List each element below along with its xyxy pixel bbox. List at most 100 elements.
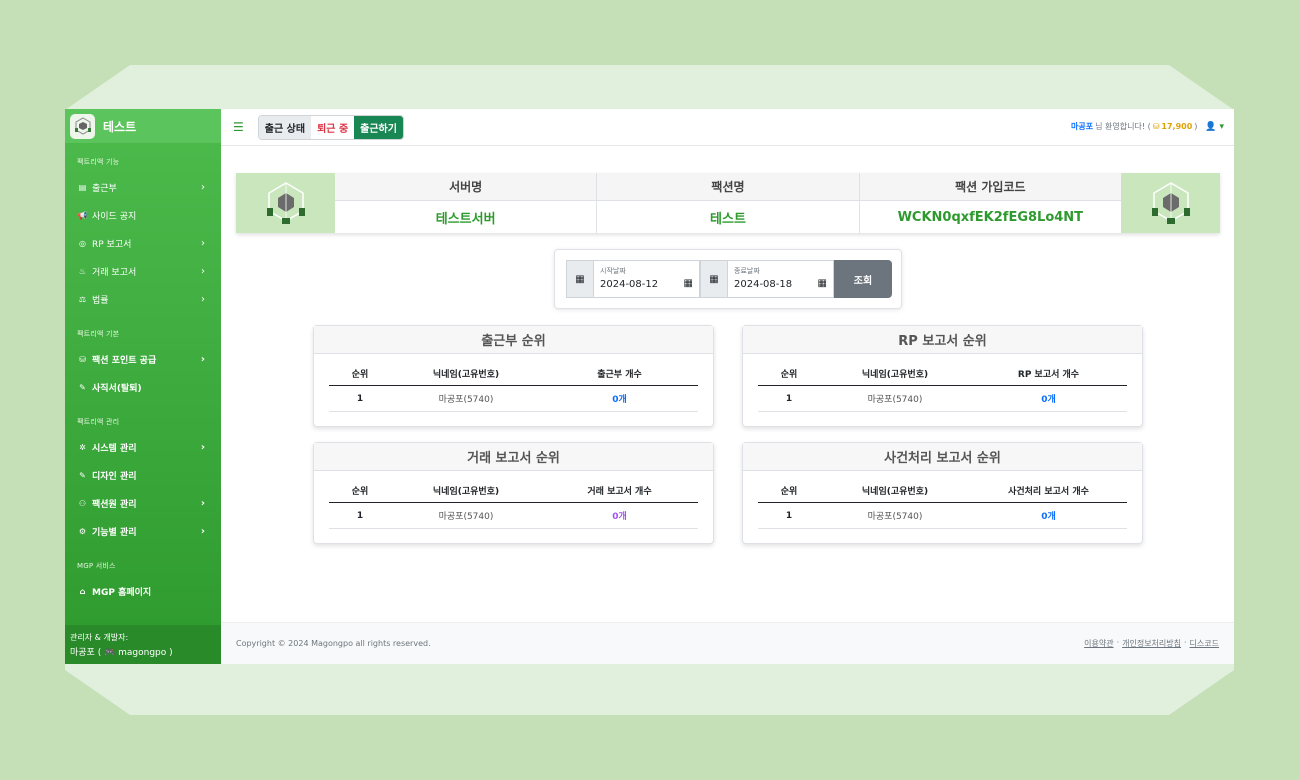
home-icon: ⌂ xyxy=(79,586,86,596)
sidebar-item[interactable]: ⚙ 기능별 관리 › xyxy=(65,517,221,545)
nickname-cell: 마공포(5740) xyxy=(438,395,494,405)
info-column: 서버명 테스트서버 xyxy=(335,173,597,233)
sidebar-item[interactable]: ✎ 디자인 관리 xyxy=(65,461,221,489)
sidebar-item[interactable]: ✎ 사직서(탈퇴) xyxy=(65,373,221,401)
sidebar-item-label: 사이드 공지 xyxy=(92,211,137,222)
check-in-button[interactable]: 출근하기 xyxy=(354,115,403,139)
footer-link[interactable]: 디스코드 xyxy=(1190,638,1219,649)
sidebar-item[interactable]: ✲ 시스템 관리 › xyxy=(65,433,221,461)
footer-links: 이용약관 · 개인정보처리방침 · 디스코드 xyxy=(1084,638,1219,649)
footer-link[interactable]: 개인정보처리방침 xyxy=(1122,638,1181,649)
sidebar-item-label: 거래 보고서 xyxy=(92,267,137,278)
table-row: 1 마공포(5740) 0개 xyxy=(758,386,1127,412)
topbar: ☰ 출근 상태 퇴근 중 출근하기 마공포 님 환영합니다! ( ⛁ 17,90… xyxy=(221,109,1234,146)
search-button[interactable]: 조회 xyxy=(834,260,892,298)
column-header: 출근부 개수 xyxy=(597,370,642,380)
date-picker-icon[interactable]: ▦ xyxy=(818,278,827,289)
sidebar-item[interactable]: ♨ 거래 보고서 › xyxy=(65,257,221,285)
rank-cell: 1 xyxy=(785,510,793,521)
footer: Copyright © 2024 Magongpo all rights res… xyxy=(221,622,1234,664)
count-cell: 0개 xyxy=(612,512,627,522)
start-date-label: 시작날짜 xyxy=(600,267,626,275)
users-icon: ⚇ xyxy=(78,498,87,508)
money-bag-icon: ♨ xyxy=(78,266,87,276)
end-date-input[interactable]: 종료날짜 2024-08-18 ▦ xyxy=(728,260,834,298)
chevron-right-icon: › xyxy=(200,497,205,509)
ranking-card: 사건처리 보고서 순위 순위 닉네임(고유번호) 사건처리 보고서 개수 1 마공포(57… xyxy=(742,442,1143,544)
hamburger-menu-icon[interactable]: ☰ xyxy=(233,120,244,134)
ranking-table: 순위 닉네임(고유번호) RP 보고서 개수 1 마공포(5740) 0개 xyxy=(758,362,1127,412)
rank-cell: 1 xyxy=(356,393,364,404)
sidebar-item[interactable]: ◎ RP 보고서 › xyxy=(65,229,221,257)
date-filter-card: ▦ 시작날짜 2024-08-12 ▦ ▦ 종료날짜 2024-08-18 ▦ … xyxy=(554,249,902,309)
ranking-card: 출근부 순위순위 닉네임(고유번호) 출근부 개수 1 마공포(5740) 0개 xyxy=(313,325,714,427)
faction-info-bar: 서버명 테스트서버 팩션명테스트 팩션 가입코드 WCKN0qxfEK2fEG8Lo4N… xyxy=(236,173,1220,233)
table-header-row: 순위 닉네임(고유번호) 거래 보고서 개수 xyxy=(329,479,698,503)
app-window: 테스트 팩트리액 기능 ▤ 출근부 › 📢 사이드 공지 ◎ RP 보고서 › ♨ 거래 보고서 › ⚖… xyxy=(65,109,1234,664)
copyright-text: Copyright © 2024 Magongpo all rights res… xyxy=(236,639,431,648)
start-date-input[interactable]: 시작날짜 2024-08-12 ▦ xyxy=(594,260,700,298)
count-cell: 0개 xyxy=(612,395,627,405)
info-column: 팩션 가입코드 WCKN0qxfEK2fEG8Lo4NT xyxy=(858,173,1121,233)
date-picker-icon[interactable]: ▦ xyxy=(684,278,693,289)
ranking-card: RP 보고서 순위 순위 닉네임(고유번호) RP 보고서 개수 1 마공포(5740) 0… xyxy=(742,325,1143,427)
ranking-card-title: 출근부 순위 xyxy=(314,326,713,354)
count-cell: 0개 xyxy=(1041,395,1056,405)
nickname-cell: 마공포(5740) xyxy=(438,512,494,522)
cube-logo-right-icon xyxy=(1121,173,1220,233)
sidebar-item[interactable]: ⛁ 팩션 포인트 공급 › xyxy=(65,345,221,373)
user-name[interactable]: 마공포 xyxy=(1071,121,1093,132)
chevron-right-icon: › xyxy=(201,265,205,277)
end-date-value: 2024-08-18 xyxy=(734,279,793,290)
ranking-card-title: 거래 보고서 순위 xyxy=(314,443,713,471)
sidebar-item[interactable]: ⚖ 법률 › xyxy=(65,285,221,313)
sidebar-item-label: 사직서(탈퇴) xyxy=(92,383,142,394)
status-label: 출근 상태 xyxy=(258,115,312,139)
brush-icon: ✎ xyxy=(79,470,86,480)
feather-icon: ✎ xyxy=(79,382,86,392)
sidebar-item-label: 출근부 xyxy=(92,183,117,194)
sidebar-item-label: MGP 홈페이지 xyxy=(92,587,152,598)
sidebar-item[interactable]: ▤ 출근부 › xyxy=(65,173,221,201)
book-icon: ▤ xyxy=(78,182,87,192)
sidebar-section-label: 팩트리액 기능 xyxy=(77,158,120,166)
brand[interactable]: 테스트 xyxy=(65,109,221,143)
info-header: 팩션 가입코드 xyxy=(859,173,1121,201)
sidebar-nav: 팩트리액 기능 ▤ 출근부 › 📢 사이드 공지 ◎ RP 보고서 › ♨ 거래 보고서 › ⚖ 법률 › 팩… xyxy=(65,143,221,605)
footer-link[interactable]: 이용약관 xyxy=(1084,638,1113,649)
column-header: 닉네임(고유번호) xyxy=(861,370,929,380)
table-row: 1 마공포(5740) 0개 xyxy=(758,503,1127,529)
info-header: 팩션명 xyxy=(597,173,859,201)
coin-icon: ⛁ xyxy=(1152,122,1160,131)
sidebar-section-label: MGP 서비스 xyxy=(77,562,116,570)
scale-icon: ⚖ xyxy=(78,294,87,304)
megaphone-icon: 📢 xyxy=(77,210,88,220)
info-value: WCKN0qxfEK2fEG8Lo4NT xyxy=(897,209,1084,225)
sidebar-item[interactable]: ⚇ 팩션원 관리 › xyxy=(65,489,221,517)
chevron-right-icon: › xyxy=(201,181,205,193)
sidebar: 테스트 팩트리액 기능 ▤ 출근부 › 📢 사이드 공지 ◎ RP 보고서 › ♨ 거래 보고서 › ⚖… xyxy=(65,109,221,664)
sidebar-section-label: 팩트리액 관리 xyxy=(77,418,120,426)
attendance-status-group: 출근 상태 퇴근 중 출근하기 xyxy=(257,114,404,140)
ranking-table: 순위 닉네임(고유번호) 사건처리 보고서 개수 1 마공포(5740) 0개 xyxy=(758,479,1127,529)
user-area: 마공포 님 환영합니다! ( ⛁ 17,900 ) 👤 ▾ xyxy=(1071,121,1224,132)
nickname-cell: 마공포(5740) xyxy=(867,512,923,522)
cube-logo-icon xyxy=(70,113,95,139)
column-header: 순위 xyxy=(780,370,798,380)
sidebar-item[interactable]: ⌂ MGP 홈페이지 xyxy=(65,577,221,605)
sidebar-item-label: RP 보고서 xyxy=(92,239,132,250)
table-row: 1 마공포(5740) 0개 xyxy=(329,386,698,412)
sidebar-item[interactable]: 📢 사이드 공지 xyxy=(65,201,221,229)
sidebar-item-label: 팩션원 관리 xyxy=(92,499,137,510)
status-value: 퇴근 중 xyxy=(311,115,355,139)
calendar-icon: ▦ xyxy=(566,260,594,298)
gears-icon: ⚙ xyxy=(78,526,87,536)
footer-separator: · xyxy=(1184,638,1187,647)
admin-label: 관리자 & 개발자: xyxy=(70,633,129,642)
sidebar-item-label: 시스템 관리 xyxy=(92,443,137,454)
info-value: 테스트 xyxy=(710,211,746,227)
user-dropdown-icon[interactable]: 👤 ▾ xyxy=(1205,122,1224,132)
faction-info-table: 서버명 테스트서버 팩션명테스트 팩션 가입코드 WCKN0qxfEK2fEG8Lo4N… xyxy=(335,173,1121,233)
table-header-row: 순위 닉네임(고유번호) 출근부 개수 xyxy=(329,362,698,386)
calendar-icon: ▦ xyxy=(700,260,728,298)
